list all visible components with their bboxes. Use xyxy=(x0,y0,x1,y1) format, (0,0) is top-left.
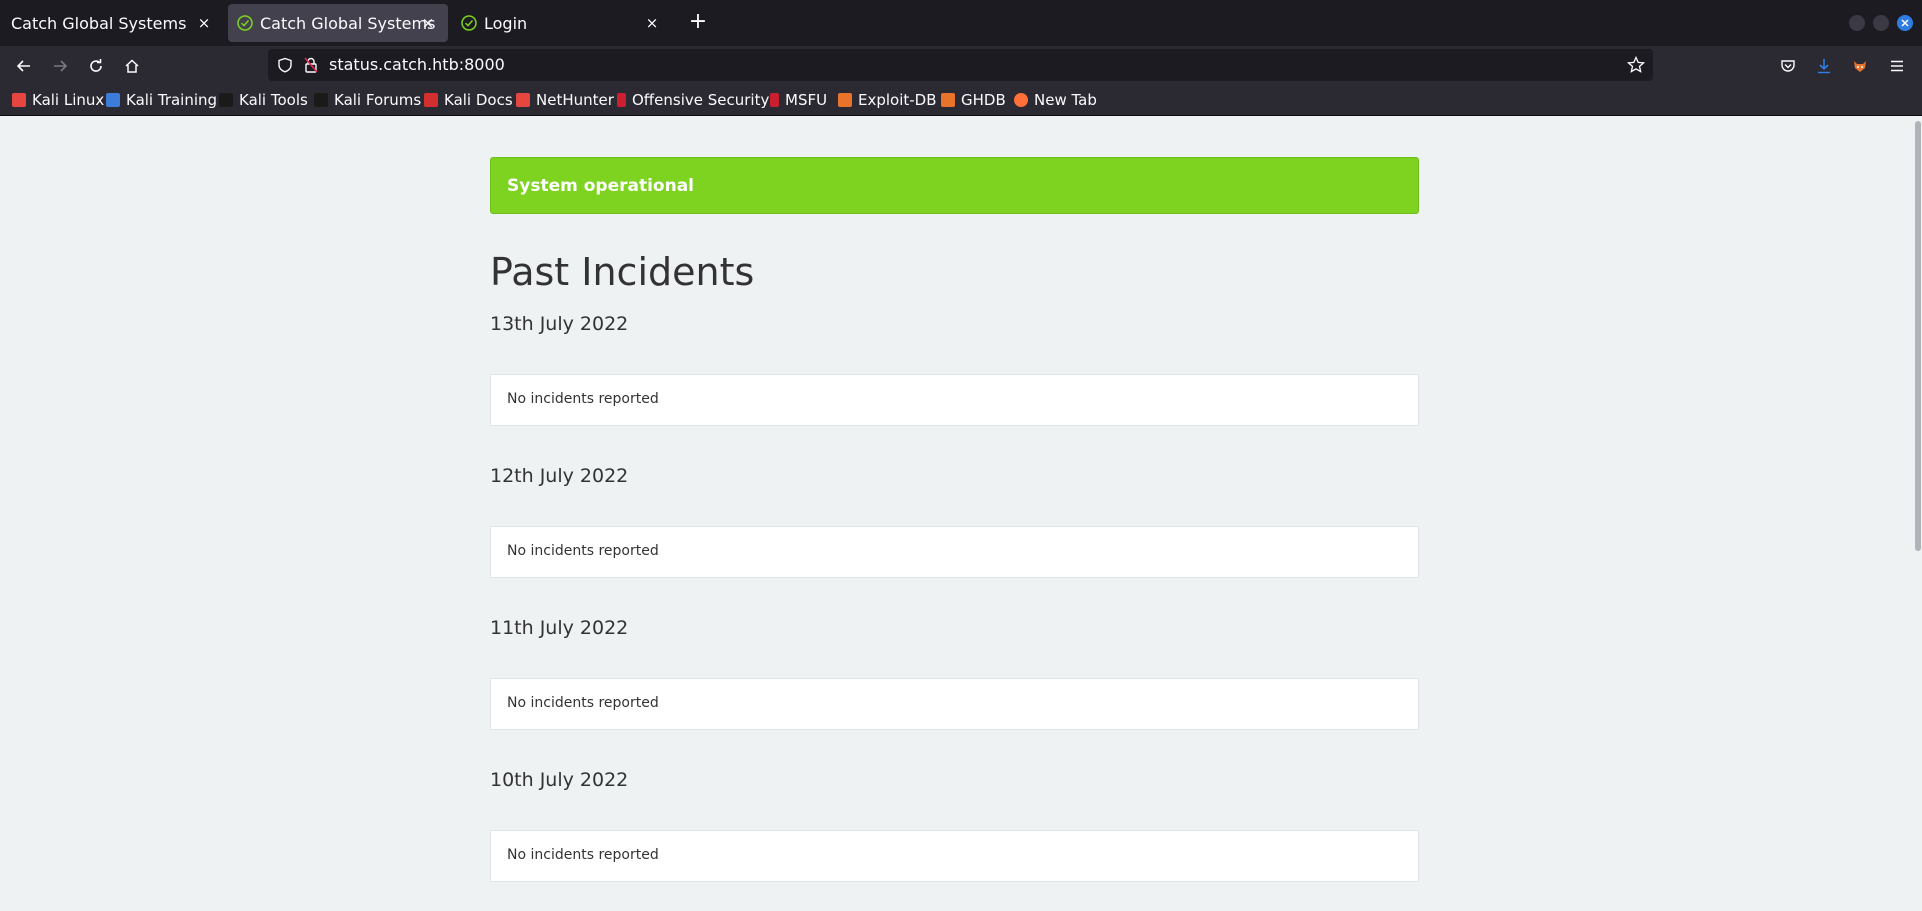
firefox-icon xyxy=(1014,93,1028,107)
arrow-left-icon xyxy=(16,60,30,72)
star-icon[interactable] xyxy=(1627,56,1645,74)
incident-message: No incidents reported xyxy=(507,391,659,407)
bookmark-label: New Tab xyxy=(1034,91,1097,109)
bookmark-kali-docs[interactable]: Kali Docs xyxy=(424,90,513,110)
tab-close-icon[interactable]: × xyxy=(642,13,662,33)
kali-forums-icon xyxy=(314,93,328,107)
bookmark-label: Exploit-DB xyxy=(858,91,937,109)
navigation-toolbar: status.catch.htb:8000 xyxy=(0,46,1922,84)
bookmark-label: Kali Linux xyxy=(32,91,105,109)
hamburger-menu-icon xyxy=(1891,60,1903,72)
ghdb-icon xyxy=(941,93,955,107)
close-icon xyxy=(1901,19,1909,27)
incident-date: 12th July 2022 xyxy=(490,465,629,487)
menu-button[interactable] xyxy=(1886,55,1908,77)
bookmark-exploit-db[interactable]: Exploit-DB xyxy=(838,90,937,110)
url-text[interactable]: status.catch.htb:8000 xyxy=(329,55,505,74)
new-tab-button[interactable]: + xyxy=(685,10,711,36)
address-bar[interactable]: status.catch.htb:8000 xyxy=(268,49,1653,81)
page-title: Past Incidents xyxy=(490,250,755,294)
incident-item: No incidents reported xyxy=(490,830,1419,882)
maximize-button[interactable] xyxy=(1873,15,1889,31)
bookmark-label: Kali Docs xyxy=(444,91,513,109)
page-scrollbar[interactable] xyxy=(1912,117,1922,911)
kali-tools-icon xyxy=(219,93,233,107)
bookmark-label: MSFU xyxy=(785,91,828,109)
bookmark-ghdb[interactable]: GHDB xyxy=(941,90,1006,110)
bookmark-label: Kali Forums xyxy=(334,91,422,109)
bookmark-kali-linux[interactable]: Kali Linux xyxy=(12,90,104,110)
lock-icon[interactable] xyxy=(304,57,318,73)
exploit-db-icon xyxy=(838,93,852,107)
kali-docs-icon xyxy=(424,93,438,107)
bookmark-offensive-security[interactable]: Offensive Security xyxy=(617,90,769,110)
tab-title: Catch Global Systems xyxy=(11,13,187,33)
pocket-icon xyxy=(1781,60,1795,72)
tab-login[interactable]: Login × xyxy=(452,4,672,42)
incident-date: 10th July 2022 xyxy=(490,769,629,791)
nethunter-icon xyxy=(516,93,530,107)
tab-title: Catch Global Systems xyxy=(260,13,436,33)
kali-icon xyxy=(12,93,26,107)
tab-bar: Catch Global Systems × Catch Global Syst… xyxy=(0,0,1922,46)
home-button[interactable] xyxy=(121,55,143,77)
incident-date: 11th July 2022 xyxy=(490,617,629,639)
tab-catch-global-systems-2[interactable]: Catch Global Systems × xyxy=(228,4,448,42)
bookmark-label: Kali Tools xyxy=(239,91,308,109)
bookmark-kali-tools[interactable]: Kali Tools xyxy=(219,90,308,110)
check-circle-icon xyxy=(461,15,477,31)
fox-extension-icon xyxy=(1854,61,1866,72)
reload-button[interactable] xyxy=(85,55,107,77)
arrow-right-icon xyxy=(54,60,68,72)
incident-message: No incidents reported xyxy=(507,847,659,863)
check-circle-icon xyxy=(237,15,253,31)
download-icon xyxy=(1818,59,1830,74)
incident-item: No incidents reported xyxy=(490,374,1419,426)
scrollbar-thumb[interactable] xyxy=(1915,121,1921,551)
tab-close-icon[interactable]: × xyxy=(418,13,438,33)
back-button[interactable] xyxy=(13,55,35,77)
bookmark-kali-training[interactable]: Kali Training xyxy=(106,90,217,110)
incident-item: No incidents reported xyxy=(490,678,1419,730)
incident-message: No incidents reported xyxy=(507,543,659,559)
extension-button[interactable] xyxy=(1849,55,1871,77)
page-content: System operational Past Incidents 13th J… xyxy=(0,117,1922,911)
status-text: System operational xyxy=(507,176,694,196)
reload-icon xyxy=(90,59,102,72)
bookmark-new-tab[interactable]: New Tab xyxy=(1014,90,1097,110)
tab-title: Login xyxy=(484,13,528,33)
incident-date: 13th July 2022 xyxy=(490,313,629,335)
home-icon xyxy=(125,59,139,73)
tab-close-icon[interactable]: × xyxy=(194,13,214,33)
close-window-button[interactable] xyxy=(1897,15,1913,31)
shield-icon[interactable] xyxy=(277,57,293,73)
msfu-icon xyxy=(770,93,779,107)
bookmark-kali-forums[interactable]: Kali Forums xyxy=(314,90,421,110)
offsec-icon xyxy=(617,93,626,107)
downloads-button[interactable] xyxy=(1813,55,1835,77)
minimize-button[interactable] xyxy=(1849,15,1865,31)
status-banner: System operational xyxy=(490,157,1419,214)
incident-item: No incidents reported xyxy=(490,526,1419,578)
tab-catch-global-systems-1[interactable]: Catch Global Systems × xyxy=(4,4,224,42)
kali-training-icon xyxy=(106,93,120,107)
bookmarks-toolbar: Kali Linux Kali Training Kali Tools Kali… xyxy=(0,84,1922,116)
incident-message: No incidents reported xyxy=(507,695,659,711)
bookmark-label: NetHunter xyxy=(536,91,614,109)
forward-button[interactable] xyxy=(49,55,71,77)
bookmark-label: Offensive Security xyxy=(632,91,770,109)
bookmark-label: GHDB xyxy=(961,91,1006,109)
bookmark-label: Kali Training xyxy=(126,91,218,109)
pocket-button[interactable] xyxy=(1777,55,1799,77)
bookmark-nethunter[interactable]: NetHunter xyxy=(516,90,614,110)
bookmark-msfu[interactable]: MSFU xyxy=(770,90,827,110)
